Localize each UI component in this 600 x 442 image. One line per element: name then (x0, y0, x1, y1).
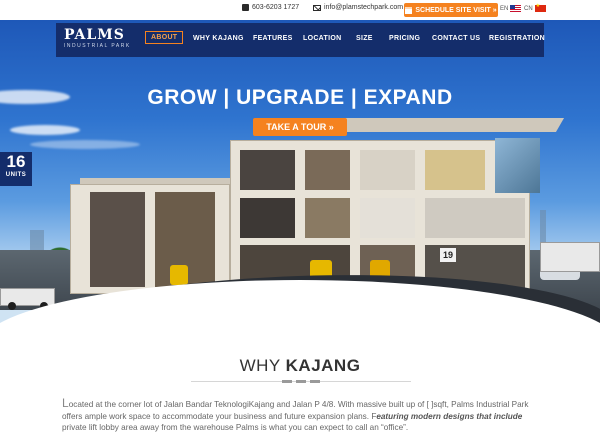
unit-number-sign: 19 (440, 248, 456, 262)
phone-icon (242, 4, 249, 11)
section-title-light: WHY (239, 356, 286, 375)
phone-number[interactable]: 603-6203 1727 (252, 4, 299, 11)
truck (540, 242, 600, 272)
office-room (360, 198, 415, 238)
section-body-text: Located at the corner lot of Jalan Banda… (62, 396, 546, 434)
nav-location[interactable]: LOCATION (303, 35, 341, 42)
office-room (305, 198, 350, 238)
body-text-emphasis: eaturing modern designs that include (376, 411, 523, 421)
nav-size[interactable]: SIZE (356, 35, 373, 42)
hero-headline: GROW | UPGRADE | EXPAND (147, 86, 453, 109)
units-badge: 16 UNITS (0, 152, 32, 186)
email-address[interactable]: info@plamstechpark.com (324, 4, 403, 11)
calendar-icon (405, 6, 413, 14)
schedule-site-visit-button[interactable]: SCHEDULE SITE VISIT » (404, 3, 498, 17)
nav-registration[interactable]: REGISTRATION (489, 35, 545, 42)
office-room (240, 198, 295, 238)
palms-logo[interactable]: PALMS INDUSTRIAL PARK (64, 28, 134, 49)
main-navbar: PALMS INDUSTRIAL PARK ABOUT WHY KAJANG F… (56, 23, 545, 57)
glass-facade (495, 138, 540, 193)
language-cn-label: CN (524, 5, 533, 12)
showroom (425, 198, 525, 238)
title-accent (296, 380, 306, 383)
office-room (360, 150, 415, 190)
hero-banner: 19 PALMS INDUSTRIAL PARK ABOUT WHY KAJAN… (0, 20, 600, 350)
contact-phone[interactable]: 603-6203 1727 (242, 4, 299, 11)
flag-cn-icon (534, 3, 546, 12)
nav-about[interactable]: ABOUT (145, 31, 184, 44)
mail-icon (313, 4, 321, 11)
forklift (170, 265, 188, 285)
nav-why-kajang[interactable]: WHY KAJANG (193, 35, 244, 42)
office-room (305, 150, 350, 190)
title-accent (282, 380, 292, 383)
truck-wheel (8, 302, 16, 310)
nav-pricing[interactable]: PRICING (389, 35, 420, 42)
schedule-site-visit-label: SCHEDULE SITE VISIT » (415, 6, 497, 14)
logo-wordmark: PALMS (64, 27, 125, 43)
section-title-bold: KAJANG (285, 356, 361, 375)
flag-us-icon (510, 5, 522, 12)
body-text-part2: private lift lobby area away from the wa… (62, 423, 409, 432)
contact-email[interactable]: info@plamstechpark.com (313, 4, 403, 11)
language-cn[interactable]: CN (524, 3, 546, 12)
units-count: 16 (6, 152, 26, 171)
section-title: WHY KAJANG (0, 356, 600, 376)
office-room (425, 150, 485, 190)
top-contact-bar: 603-6203 1727 info@plamstechpark.com SCH… (0, 0, 600, 20)
language-en[interactable]: EN (500, 5, 522, 12)
logo-tagline: INDUSTRIAL PARK (64, 43, 131, 49)
body-dropcap: L (62, 396, 69, 410)
office-room (240, 150, 295, 190)
take-a-tour-button[interactable]: TAKE A TOUR » (253, 118, 347, 136)
nav-contact-us[interactable]: CONTACT US (432, 35, 480, 42)
units-label: UNITS (5, 172, 27, 178)
language-en-label: EN (500, 5, 509, 12)
warehouse-bay (90, 192, 145, 287)
nav-features[interactable]: FEATURES (253, 35, 293, 42)
title-accent (310, 380, 320, 383)
